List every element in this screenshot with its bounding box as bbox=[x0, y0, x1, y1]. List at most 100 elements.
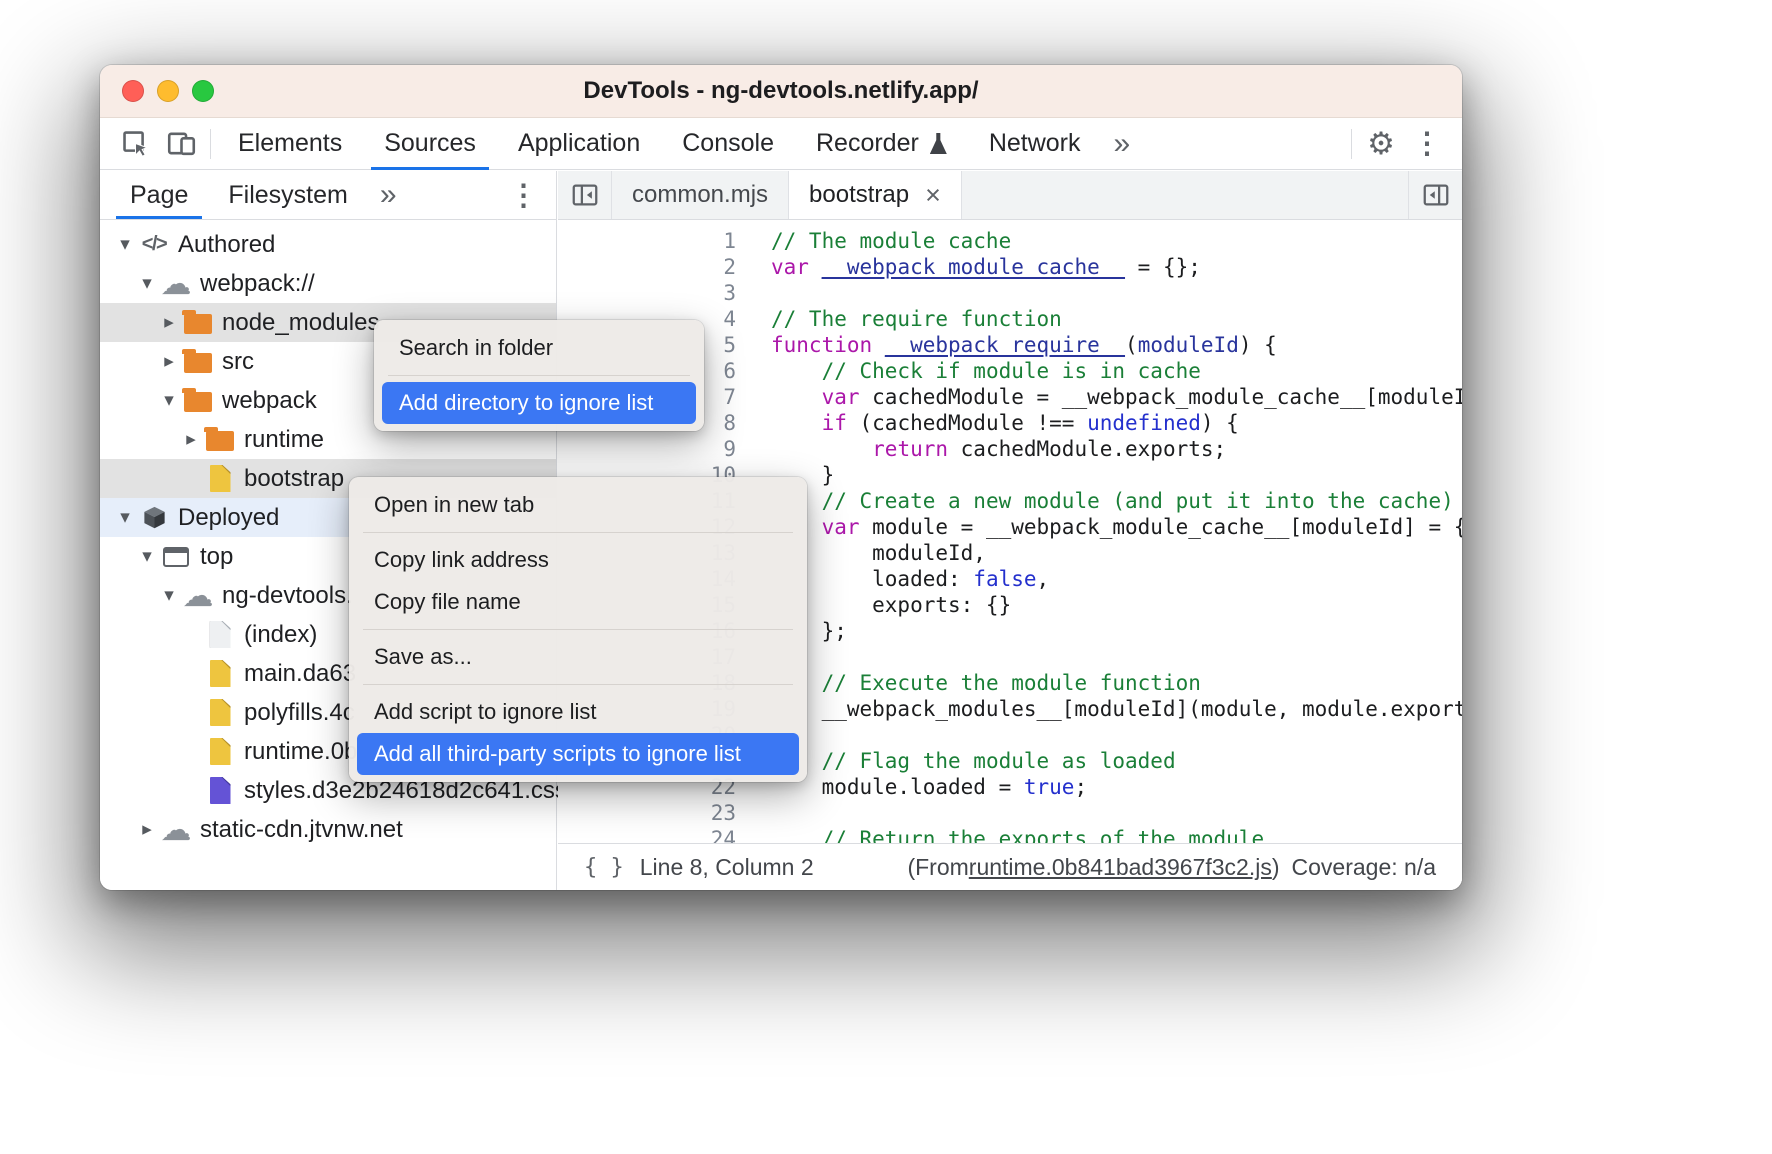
code-line: // Flag the module as loaded bbox=[771, 748, 1462, 774]
code-content[interactable]: // The module cachevar __webpack_module_… bbox=[736, 220, 1462, 843]
tree-item-label: ng-devtools. bbox=[222, 582, 353, 610]
chevron-down-icon[interactable]: ▾ bbox=[156, 584, 182, 607]
menu-item-copy-link-address[interactable]: Copy link address bbox=[357, 539, 799, 581]
tab-application[interactable]: Application bbox=[497, 118, 661, 170]
script-file-icon bbox=[204, 465, 236, 492]
sidebar-tab-filesystem[interactable]: Filesystem bbox=[208, 171, 367, 219]
zoom-window-button[interactable] bbox=[192, 80, 214, 102]
tab-recorder[interactable]: Recorder bbox=[795, 118, 968, 170]
code-line: }; bbox=[771, 618, 1462, 644]
chevron-down-icon[interactable]: ▾ bbox=[134, 545, 160, 568]
navigator-tabs: Page Filesystem » ⋮ bbox=[100, 171, 556, 220]
chevron-right-icon[interactable]: ▸ bbox=[134, 818, 160, 841]
close-tab-icon[interactable]: × bbox=[925, 182, 941, 209]
code-line: var cachedModule = __webpack_module_cach… bbox=[771, 384, 1462, 410]
chevron-down-icon[interactable]: ▾ bbox=[134, 272, 160, 295]
chevron-down-icon[interactable]: ▾ bbox=[156, 389, 182, 412]
device-toolbar-icon[interactable] bbox=[158, 121, 204, 167]
code-line: exports: {} bbox=[771, 592, 1462, 618]
menu-item-open-in-new-tab[interactable]: Open in new tab bbox=[357, 484, 799, 526]
tree-item-webpack[interactable]: ▾☁webpack:// bbox=[100, 264, 556, 303]
context-menu-folder: Search in folder Add directory to ignore … bbox=[374, 320, 704, 431]
line-number: 9 bbox=[558, 436, 736, 462]
show-debugger-sidebar-button[interactable] bbox=[1408, 171, 1462, 219]
cloud-icon: ☁ bbox=[182, 580, 214, 611]
menu-separator bbox=[388, 375, 690, 376]
settings-gear-icon[interactable]: ⚙ bbox=[1358, 121, 1404, 167]
minimize-window-button[interactable] bbox=[157, 80, 179, 102]
inspect-element-icon[interactable] bbox=[112, 121, 158, 167]
tree-item-static-cdn-jtvnw-net[interactable]: ▸☁static-cdn.jtvnw.net bbox=[100, 810, 556, 849]
navigator-tab-list: Page Filesystem bbox=[110, 171, 368, 219]
tree-item-authored[interactable]: ▾</>Authored bbox=[100, 225, 556, 264]
chevron-right-icon[interactable]: ▸ bbox=[156, 311, 182, 334]
tree-item-label: static-cdn.jtvnw.net bbox=[200, 816, 403, 844]
sidebar-tab-page[interactable]: Page bbox=[110, 171, 208, 219]
code-line: if (cachedModule !== undefined) { bbox=[771, 410, 1462, 436]
code-line: // Create a new module (and put it into … bbox=[771, 488, 1462, 514]
editor-tab-strip: common.mjs bootstrap × bbox=[558, 171, 1462, 220]
code-line bbox=[771, 800, 1462, 826]
sidebar-tab-label: Filesystem bbox=[228, 181, 347, 210]
chevron-right-icon[interactable]: ▸ bbox=[156, 350, 182, 373]
code-line: return cachedModule.exports; bbox=[771, 436, 1462, 462]
menu-item-save-as[interactable]: Save as... bbox=[357, 636, 799, 678]
title-bar: DevTools - ng-devtools.netlify.app/ bbox=[100, 65, 1462, 118]
script-file-icon bbox=[204, 660, 236, 687]
status-bar: { } Line 8, Column 2 (From runtime.0b841… bbox=[558, 843, 1462, 890]
panel-tabs: ElementsSourcesApplicationConsoleRecorde… bbox=[217, 118, 1102, 170]
menu-item-search-in-folder[interactable]: Search in folder bbox=[382, 327, 696, 369]
line-number: 24 bbox=[558, 826, 736, 843]
folder-icon bbox=[182, 392, 214, 412]
toolbar-divider bbox=[210, 129, 211, 159]
code-line: loaded: false, bbox=[771, 566, 1462, 592]
tab-console[interactable]: Console bbox=[661, 118, 795, 170]
chevron-down-icon[interactable]: ▾ bbox=[112, 233, 138, 256]
tab-network[interactable]: Network bbox=[968, 118, 1102, 170]
sourcemap-file-link[interactable]: runtime.0b841bad3967f3c2.js bbox=[969, 854, 1272, 881]
hide-navigator-button[interactable] bbox=[558, 171, 612, 219]
editor-tab-common-mjs[interactable]: common.mjs bbox=[612, 171, 789, 219]
customize-devtools-menu-icon[interactable]: ⋮ bbox=[1404, 121, 1450, 167]
cursor-position-label: Line 8, Column 2 bbox=[640, 854, 814, 881]
top-frame-icon bbox=[160, 547, 192, 567]
sourcemap-from-prefix: (From bbox=[907, 854, 968, 881]
menu-item-add-script-to-ignore-list[interactable]: Add script to ignore list bbox=[357, 691, 799, 733]
code-line bbox=[771, 644, 1462, 670]
tab-elements[interactable]: Elements bbox=[217, 118, 363, 170]
more-panels-button[interactable]: » bbox=[1102, 129, 1143, 159]
code-line: // Check if module is in cache bbox=[771, 358, 1462, 384]
devtools-window: DevTools - ng-devtools.netlify.app/ Elem… bbox=[100, 65, 1462, 890]
sourcemap-info: (From runtime.0b841bad3967f3c2.js) Cover… bbox=[907, 854, 1436, 881]
context-menu-file: Open in new tab Copy link addressCopy fil… bbox=[349, 477, 807, 782]
chevron-right-icon[interactable]: ▸ bbox=[178, 428, 204, 451]
sourcemap-from-suffix: ) bbox=[1272, 854, 1280, 881]
code-line: module.loaded = true; bbox=[771, 774, 1462, 800]
menu-item-add-directory-to-ignore-list[interactable]: Add directory to ignore list bbox=[382, 382, 696, 424]
close-window-button[interactable] bbox=[122, 80, 144, 102]
editor-tab-bootstrap[interactable]: bootstrap × bbox=[789, 171, 962, 219]
script-file-icon bbox=[204, 699, 236, 726]
recorder-new-badge-icon bbox=[930, 133, 947, 154]
tree-item-label: (index) bbox=[244, 621, 317, 649]
navigator-more-tabs-button[interactable]: » bbox=[368, 171, 409, 219]
code-slash-icon: </> bbox=[138, 233, 170, 256]
menu-item-copy-file-name[interactable]: Copy file name bbox=[357, 581, 799, 623]
code-line bbox=[771, 722, 1462, 748]
pretty-print-button[interactable]: { } bbox=[584, 855, 624, 880]
tab-sources[interactable]: Sources bbox=[363, 118, 497, 170]
navigator-menu-icon[interactable]: ⋮ bbox=[509, 171, 538, 219]
chevron-down-icon[interactable]: ▾ bbox=[112, 506, 138, 529]
main-toolbar: ElementsSourcesApplicationConsoleRecorde… bbox=[100, 118, 1462, 170]
tree-item-label: top bbox=[200, 543, 233, 571]
editor-tab-label: bootstrap bbox=[809, 181, 909, 209]
menu-item-add-all-third-party-scripts-to-ignore-list[interactable]: Add all third-party scripts to ignore li… bbox=[357, 733, 799, 775]
cloud-icon: ☁ bbox=[160, 268, 192, 299]
tree-item-label: bootstrap bbox=[244, 465, 344, 493]
script-file-icon bbox=[204, 738, 236, 765]
editor-tab-list: common.mjs bootstrap × bbox=[612, 171, 962, 219]
menu-separator bbox=[363, 684, 793, 685]
tree-item-label: runtime.0b bbox=[244, 738, 357, 766]
tree-item-label: src bbox=[222, 348, 254, 376]
tree-item-label: Deployed bbox=[178, 504, 279, 532]
